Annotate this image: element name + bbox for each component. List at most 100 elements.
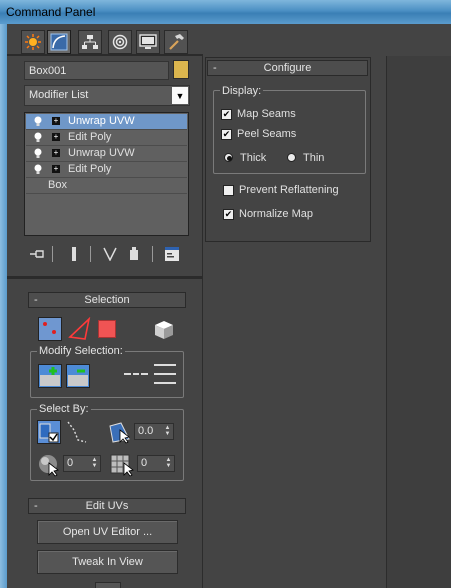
object-name-text: Box001: [29, 65, 67, 77]
object-name-field[interactable]: Box001: [24, 61, 169, 80]
lightbulb-icon[interactable]: [34, 116, 42, 126]
configure-rollout-title: Configure: [263, 62, 312, 74]
prevent-reflattening-checkbox[interactable]: [223, 185, 234, 196]
planar-angle-button[interactable]: [107, 420, 131, 444]
path-icon: [67, 421, 87, 443]
expand-icon[interactable]: +: [52, 133, 60, 141]
tab-create[interactable]: [21, 30, 45, 54]
grid-threshold-value: 0: [141, 457, 148, 469]
spinner-arrows-icon[interactable]: ▲ ▼: [90, 457, 99, 470]
stack-item-label: Edit Poly: [68, 163, 112, 175]
thin-label: Thin: [303, 152, 325, 164]
remove-modifier-icon[interactable]: [124, 244, 144, 264]
shrink-icon: [68, 369, 88, 386]
object-color-swatch[interactable]: [173, 60, 189, 79]
edit-uvs-rollout-header[interactable]: - Edit UVs: [28, 498, 186, 514]
display-label: Display:: [220, 85, 264, 97]
peel-seams-checkbox[interactable]: ✔: [221, 129, 232, 140]
tabs-divider: [7, 54, 203, 56]
stack-item-label: Edit Poly: [68, 131, 112, 143]
select-by-edge-path-button[interactable]: [66, 420, 88, 444]
selection-rollout-title: Selection: [84, 294, 130, 306]
tab-display[interactable]: [136, 30, 160, 54]
stack-item-label: Unwrap UVW: [68, 115, 135, 127]
tab-modify[interactable]: [47, 30, 71, 54]
lightbulb-icon[interactable]: [34, 132, 42, 142]
select-by-label: Select By:: [37, 403, 91, 415]
tab-motion[interactable]: [108, 30, 132, 54]
thick-radio[interactable]: [224, 153, 233, 162]
thin-radio[interactable]: [287, 153, 296, 162]
element-cube-icon: [155, 321, 173, 339]
element-select-icon: [39, 423, 59, 443]
edge-mode-button[interactable]: [68, 316, 92, 341]
column-divider[interactable]: [202, 56, 203, 588]
loop-selection-button[interactable]: [124, 362, 148, 386]
expand-icon[interactable]: +: [52, 165, 60, 173]
configure-rollout-header[interactable]: - Configure: [207, 60, 368, 76]
polygon-mode-button[interactable]: [98, 320, 116, 338]
sphere-select-button[interactable]: [37, 453, 61, 477]
element-mode-button[interactable]: [152, 318, 176, 342]
modifier-stack-list[interactable]: + Unwrap UVW + Edit Poly + Unwrap UVW + …: [24, 112, 189, 236]
thick-label: Thick: [240, 152, 267, 164]
chevron-down-icon[interactable]: ▼: [172, 87, 188, 104]
normalize-map-label: Normalize Map: [239, 208, 313, 220]
tab-hierarchy[interactable]: [78, 30, 102, 54]
stack-item-edit-poly[interactable]: + Edit Poly: [26, 162, 187, 178]
grid-select-button[interactable]: [110, 453, 134, 477]
edge-icon: [68, 316, 91, 340]
expand-icon[interactable]: +: [52, 117, 60, 125]
stack-item-box[interactable]: Box: [26, 178, 187, 194]
window-title-bar[interactable]: Command Panel: [0, 0, 451, 24]
ring-selection-button[interactable]: [152, 362, 178, 386]
sphere-threshold-spinner[interactable]: 0 ▲ ▼: [63, 455, 101, 472]
hierarchy-icon: [82, 35, 98, 49]
planar-angle-value: 0.0: [138, 425, 154, 437]
partial-button[interactable]: [95, 582, 121, 588]
lightbulb-icon[interactable]: [34, 148, 42, 158]
modifier-list-dropdown[interactable]: Modifier List ▼: [24, 85, 190, 106]
expand-icon[interactable]: +: [52, 149, 60, 157]
configure-modifier-sets-icon[interactable]: [162, 244, 182, 264]
sphere-icon: [39, 455, 59, 477]
collapse-icon: -: [34, 500, 38, 512]
stack-toolbar: [24, 244, 189, 264]
planar-angle-icon: [109, 422, 130, 444]
window-title: Command Panel: [6, 5, 96, 19]
tab-utilities[interactable]: [164, 30, 188, 54]
stack-item-unwrap-uvw[interactable]: + Unwrap UVW: [26, 146, 187, 162]
grow-selection-button[interactable]: [38, 364, 62, 388]
curve-icon: [50, 33, 68, 51]
open-uv-editor-button[interactable]: Open UV Editor ...: [37, 520, 178, 544]
selection-rollout-header[interactable]: - Selection: [28, 292, 186, 308]
show-end-result-icon[interactable]: [64, 244, 84, 264]
motion-icon: [112, 34, 128, 50]
panel-splitter[interactable]: [7, 276, 203, 279]
stack-item-unwrap-uvw[interactable]: + Unwrap UVW: [26, 114, 187, 130]
map-seams-label: Map Seams: [237, 108, 296, 120]
map-seams-checkbox[interactable]: ✔: [221, 109, 232, 120]
grid-threshold-spinner[interactable]: 0 ▲ ▼: [137, 455, 175, 472]
select-by-element-button[interactable]: [37, 420, 61, 444]
loop-icon: [124, 373, 148, 375]
tweak-in-view-button[interactable]: Tweak In View: [37, 550, 178, 574]
modifier-list-value: Modifier List: [29, 89, 89, 101]
tweak-in-view-label: Tweak In View: [72, 556, 143, 568]
collapse-icon: -: [34, 294, 38, 306]
pin-stack-icon[interactable]: [28, 244, 48, 264]
make-unique-icon[interactable]: [100, 244, 120, 264]
spinner-arrows-icon[interactable]: ▲ ▼: [163, 425, 172, 438]
normalize-map-checkbox[interactable]: ✔: [223, 209, 234, 220]
modify-selection-label: Modify Selection:: [37, 345, 125, 357]
shrink-selection-button[interactable]: [66, 364, 90, 388]
edit-uvs-rollout-title: Edit UVs: [85, 500, 129, 512]
stack-item-edit-poly[interactable]: + Edit Poly: [26, 130, 187, 146]
vertex-mode-button[interactable]: [38, 317, 62, 341]
sphere-threshold-value: 0: [67, 457, 74, 469]
hammer-icon: [169, 34, 184, 50]
spinner-arrows-icon[interactable]: ▲ ▼: [164, 457, 173, 470]
lightbulb-icon[interactable]: [34, 164, 42, 174]
monitor-icon: [139, 34, 157, 49]
planar-angle-spinner[interactable]: 0.0 ▲ ▼: [134, 423, 174, 440]
